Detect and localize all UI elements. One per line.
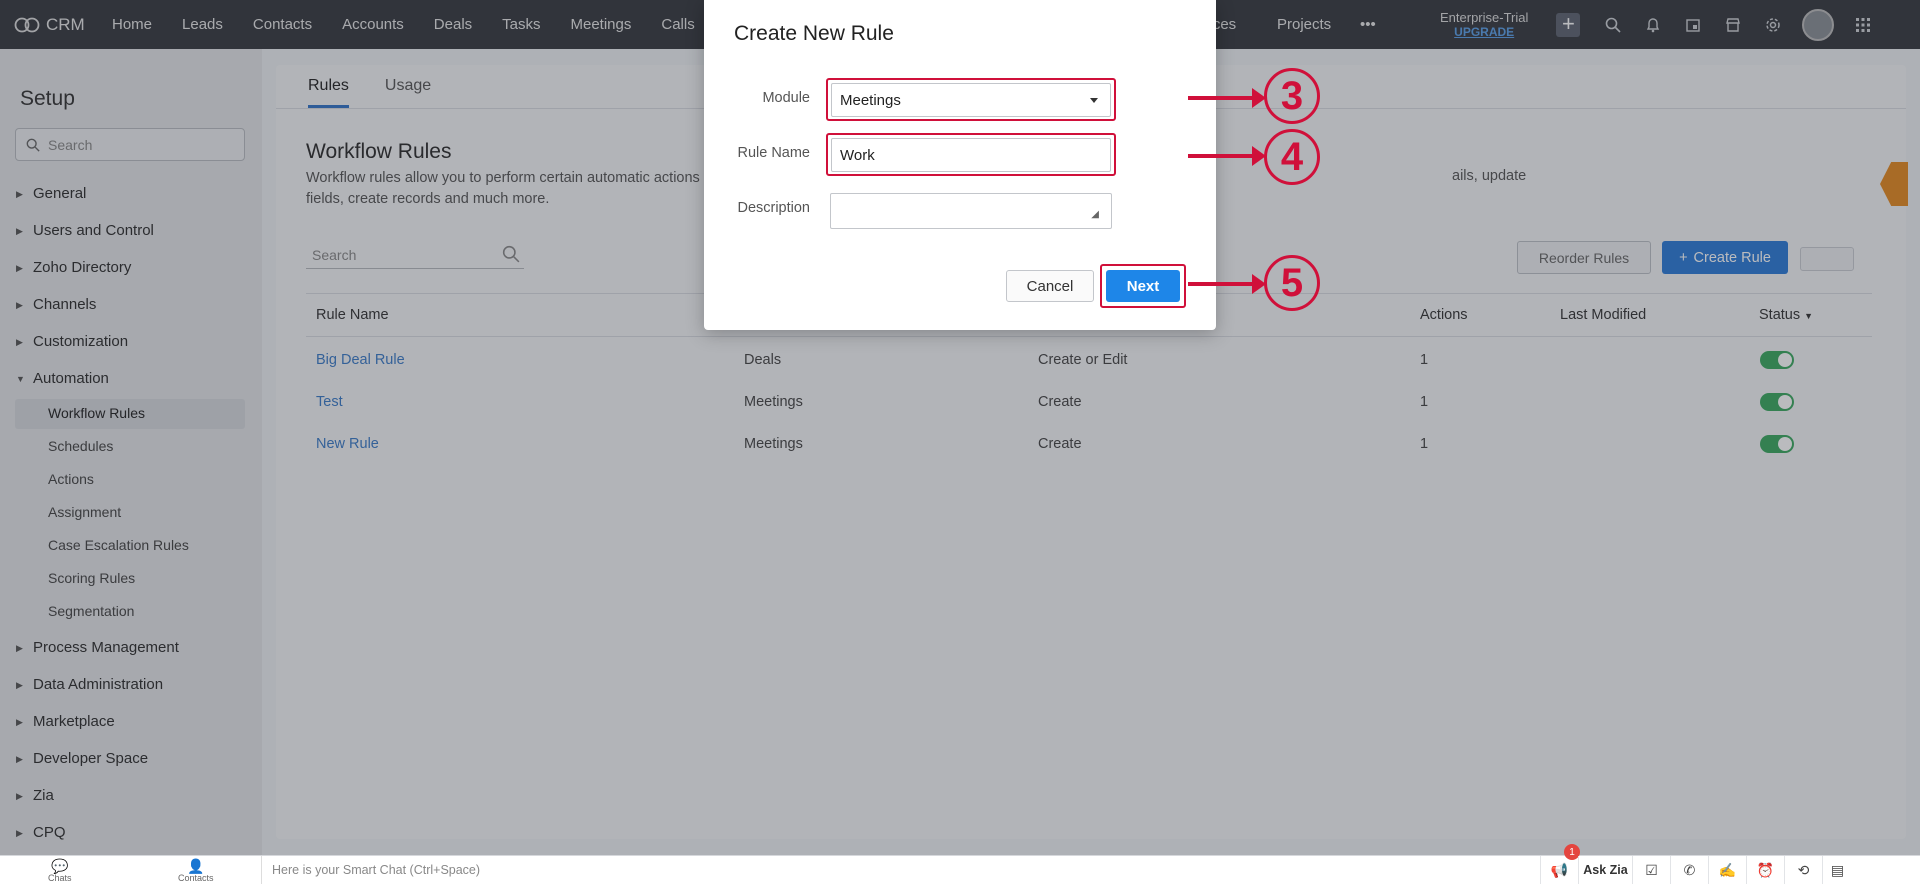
ask-zia-button[interactable]: Ask Zia [1578,856,1632,884]
store-icon[interactable]: ▤ [1822,856,1852,884]
module-label: Module [762,90,810,106]
step-4-marker: 4 [1264,129,1320,185]
annotation-arrow [1188,274,1266,294]
description-textarea[interactable]: ◢ [830,193,1112,229]
contacts-icon: 👤 [187,858,205,874]
module-select-value: Meetings [840,91,901,109]
annotation-arrow [1188,88,1266,108]
contacts-label: Contacts [178,873,214,883]
dialog-title: Create New Rule [734,22,894,45]
check-note-icon[interactable]: ☑ [1632,856,1670,884]
annotation-arrow [1188,146,1266,166]
description-label: Description [737,200,810,216]
smart-chat-input[interactable]: Here is your Smart Chat (Ctrl+Space) [261,856,480,884]
signature-icon[interactable]: ✍ [1708,856,1746,884]
chevron-down-icon [1090,98,1098,103]
step-5-marker: 5 [1264,255,1320,311]
rule-name-label: Rule Name [737,145,810,161]
rule-name-value: Work [840,146,875,164]
announcement-icon[interactable]: 📢 [1540,856,1578,884]
call-icon[interactable]: ✆ [1670,856,1708,884]
bottom-bar: 💬 Chats 👤 Contacts Here is your Smart Ch… [0,844,1920,884]
next-button[interactable]: Next [1106,270,1180,302]
history-icon[interactable]: ⟲ [1784,856,1822,884]
chats-button[interactable]: 💬 Chats [48,858,72,883]
create-rule-dialog: Create New Rule Module Meetings Rule Nam… [704,0,1216,330]
resize-grip-icon[interactable]: ◢ [1091,209,1099,220]
cancel-button[interactable]: Cancel [1006,270,1094,302]
rule-name-input[interactable]: Work [831,138,1111,172]
alarm-icon[interactable]: ⏰ [1746,856,1784,884]
chat-icon: 💬 [51,858,69,874]
chats-label: Chats [48,873,72,883]
module-select[interactable]: Meetings [831,83,1111,117]
step-3-marker: 3 [1264,68,1320,124]
contacts-button[interactable]: 👤 Contacts [178,858,214,883]
